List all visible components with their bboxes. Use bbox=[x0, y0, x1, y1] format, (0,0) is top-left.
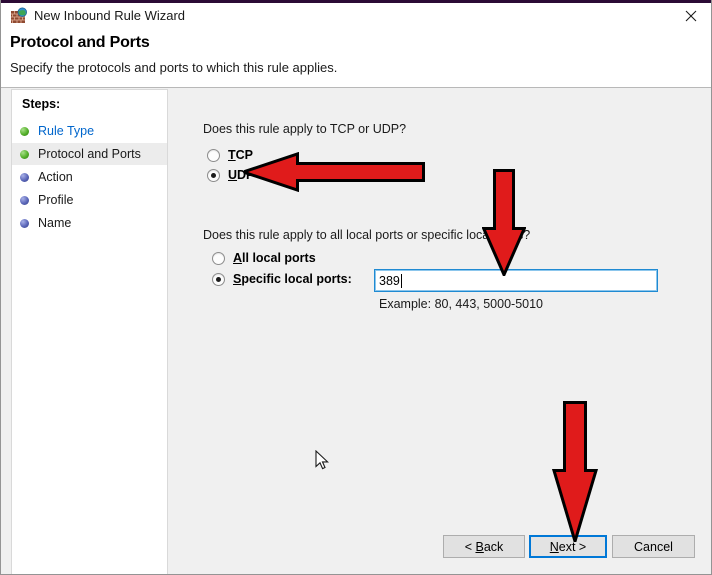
sidebar-item-protocol-and-ports[interactable]: Protocol and Ports bbox=[12, 143, 167, 165]
radio-tcp[interactable]: TCP bbox=[207, 148, 253, 162]
sidebar-item-label: Profile bbox=[38, 193, 73, 207]
steps-heading: Steps: bbox=[22, 97, 60, 111]
radio-all-local-ports-label: All local ports bbox=[233, 251, 316, 265]
back-button[interactable]: < Back bbox=[443, 535, 525, 558]
radio-specific-local-ports-label: Specific local ports: bbox=[233, 272, 352, 286]
radio-all-local-ports-indicator bbox=[212, 252, 225, 265]
page-title: Protocol and Ports bbox=[10, 34, 150, 52]
radio-udp[interactable]: UDP bbox=[207, 168, 254, 182]
next-button[interactable]: Next > bbox=[529, 535, 607, 558]
radio-udp-indicator bbox=[207, 169, 220, 182]
steps-sidebar: Steps: Rule Type Protocol and Ports Acti… bbox=[11, 89, 168, 575]
specific-local-ports-input[interactable]: 389 bbox=[374, 269, 658, 292]
sidebar-item-label: Protocol and Ports bbox=[38, 147, 141, 161]
firewall-globe-icon bbox=[10, 7, 28, 25]
sidebar-item-profile[interactable]: Profile bbox=[12, 189, 167, 211]
wizard-content-pane: Does this rule apply to TCP or UDP? TCP … bbox=[176, 88, 712, 575]
wizard-body: Steps: Rule Type Protocol and Ports Acti… bbox=[1, 88, 712, 575]
sidebar-item-rule-type[interactable]: Rule Type bbox=[12, 120, 167, 142]
sidebar-item-name[interactable]: Name bbox=[12, 212, 167, 234]
step-bullet-icon bbox=[20, 173, 29, 182]
text-caret bbox=[401, 274, 402, 288]
new-inbound-rule-wizard-window: New Inbound Rule Wizard Protocol and Por… bbox=[0, 0, 712, 575]
radio-specific-local-ports[interactable]: Specific local ports: bbox=[212, 272, 352, 286]
ports-question-label: Does this rule apply to all local ports … bbox=[203, 228, 530, 242]
radio-udp-label: UDP bbox=[228, 168, 254, 182]
cancel-button[interactable]: Cancel bbox=[612, 535, 695, 558]
sidebar-item-label: Rule Type bbox=[38, 124, 94, 138]
sidebar-item-action[interactable]: Action bbox=[12, 166, 167, 188]
window-title: New Inbound Rule Wizard bbox=[34, 7, 185, 25]
specific-local-ports-value: 389 bbox=[379, 274, 400, 288]
protocol-question-label: Does this rule apply to TCP or UDP? bbox=[203, 122, 406, 136]
sidebar-item-label: Name bbox=[38, 216, 71, 230]
page-header: Protocol and Ports Specify the protocols… bbox=[1, 29, 712, 87]
step-bullet-icon bbox=[20, 127, 29, 136]
step-bullet-icon bbox=[20, 150, 29, 159]
step-bullet-icon bbox=[20, 219, 29, 228]
radio-tcp-indicator bbox=[207, 149, 220, 162]
ports-example-hint: Example: 80, 443, 5000-5010 bbox=[379, 297, 543, 311]
close-icon[interactable] bbox=[669, 3, 712, 29]
title-bar: New Inbound Rule Wizard bbox=[1, 3, 712, 29]
radio-specific-local-ports-indicator bbox=[212, 273, 225, 286]
sidebar-item-label: Action bbox=[38, 170, 73, 184]
radio-all-local-ports[interactable]: All local ports bbox=[212, 251, 316, 265]
page-subtitle: Specify the protocols and ports to which… bbox=[10, 60, 337, 75]
radio-tcp-label: TCP bbox=[228, 148, 253, 162]
step-bullet-icon bbox=[20, 196, 29, 205]
